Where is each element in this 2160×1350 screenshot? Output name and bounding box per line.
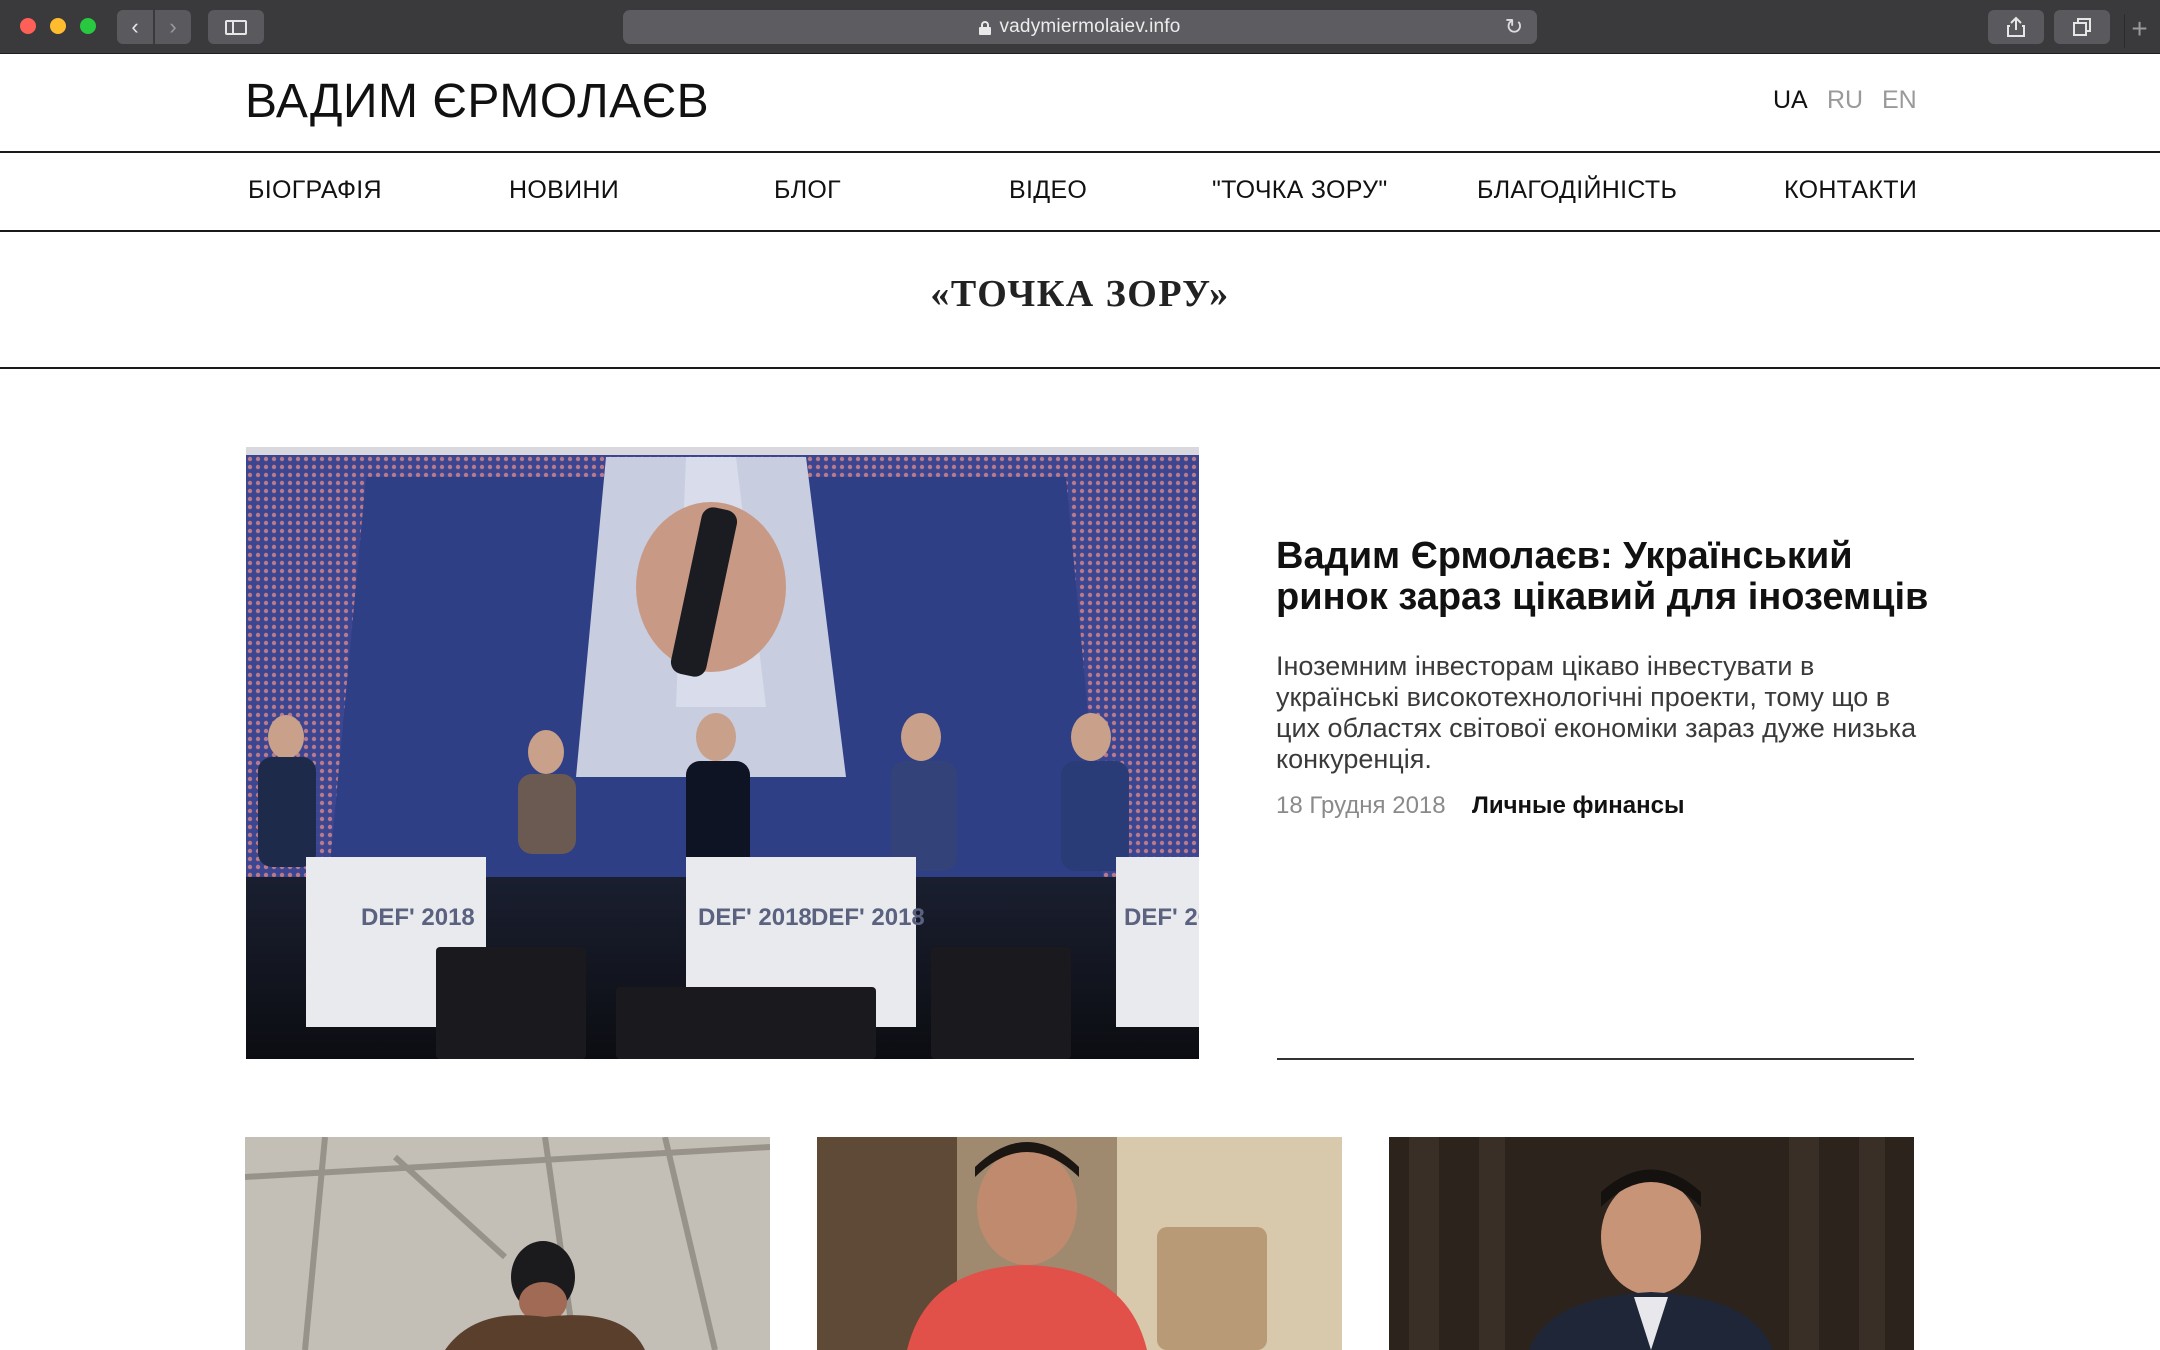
portrait-photo	[1389, 1137, 1914, 1350]
share-button[interactable]	[1988, 10, 2044, 44]
featured-article-divider	[1277, 1058, 1914, 1060]
address-bar[interactable]: vadymiermolaiev.info ↻	[623, 10, 1537, 44]
minimize-window-button[interactable]	[50, 18, 66, 34]
nav-item-video[interactable]: ВІДЕО	[1009, 176, 1087, 205]
reload-icon[interactable]: ↻	[1503, 16, 1525, 38]
photo-sign-4: DEF' 2018	[1124, 904, 1199, 931]
url-text: vadymiermolaiev.info	[999, 16, 1181, 37]
close-window-button[interactable]	[20, 18, 36, 34]
browser-toolbar: ‹ › vadymiermolaiev.info ↻ +	[0, 0, 2160, 54]
title-divider	[0, 367, 2160, 369]
tabs-overview-button[interactable]	[2054, 10, 2110, 44]
header-divider	[0, 151, 2160, 153]
panel-discussion-photo: DEF' 2018 DEF' 2018 DEF' 2018 DEF' 2018	[246, 447, 1199, 1059]
featured-article-date: 18 Грудня 2018	[1276, 792, 1446, 819]
nav-item-charity[interactable]: БЛАГОДІЙНІСТЬ	[1477, 176, 1677, 205]
nav-item-point-of-view[interactable]: "ТОЧКА ЗОРУ"	[1212, 176, 1388, 205]
article-thumbnail-1[interactable]	[245, 1137, 770, 1350]
featured-article-category[interactable]: Личные финансы	[1472, 792, 1684, 820]
lock-icon	[979, 21, 992, 35]
nav-item-blog[interactable]: БЛОГ	[774, 176, 841, 205]
plus-icon: +	[2131, 13, 2148, 44]
interview-photo	[817, 1137, 1342, 1350]
sidebar-icon	[225, 20, 247, 35]
chevron-right-icon: ›	[169, 14, 177, 39]
nav-item-biography[interactable]: БІОГРАФІЯ	[248, 176, 382, 205]
article-thumbnail-2[interactable]	[817, 1137, 1342, 1350]
share-icon	[2007, 16, 2025, 37]
nav-divider	[0, 230, 2160, 232]
featured-article-title[interactable]: Вадим Єрмолаєв: Український ринок зараз …	[1276, 536, 1936, 618]
site-title[interactable]: ВАДИМ ЄРМОЛАЄВ	[245, 74, 709, 129]
photo-sign-2: DEF' 2018	[698, 904, 812, 931]
forward-button[interactable]: ›	[155, 10, 191, 44]
new-tab-button[interactable]: +	[2124, 14, 2154, 48]
article-thumbnail-3[interactable]	[1389, 1137, 1914, 1350]
nav-item-news[interactable]: НОВИНИ	[509, 176, 619, 205]
language-en[interactable]: EN	[1882, 86, 1917, 115]
photo-sign-3: DEF' 2018	[811, 904, 925, 931]
chevron-left-icon: ‹	[131, 14, 139, 39]
factory-worker-photo	[245, 1137, 770, 1350]
sidebar-toggle-button[interactable]	[208, 10, 264, 44]
featured-article-excerpt: Іноземним інвесторам цікаво інвестувати …	[1276, 651, 1917, 774]
nav-item-contacts[interactable]: КОНТАКТИ	[1784, 176, 1917, 205]
photo-sign-1: DEF' 2018	[361, 904, 475, 931]
tabs-overview-icon	[2073, 18, 2091, 36]
featured-article-image[interactable]: DEF' 2018 DEF' 2018 DEF' 2018 DEF' 2018	[246, 447, 1199, 1059]
zoom-window-button[interactable]	[80, 18, 96, 34]
back-button[interactable]: ‹	[117, 10, 153, 44]
page-title: «ТОЧКА ЗОРУ»	[930, 273, 1230, 315]
language-ua[interactable]: UA	[1773, 86, 1808, 115]
language-ru[interactable]: RU	[1827, 86, 1863, 115]
